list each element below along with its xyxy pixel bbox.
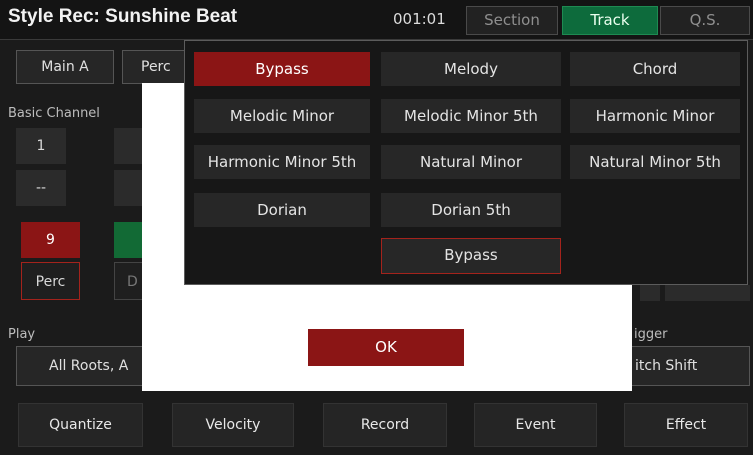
option-natural-minor[interactable]: Natural Minor xyxy=(381,145,561,179)
selected-channel-name[interactable]: Perc xyxy=(21,262,80,300)
play-mode-select[interactable]: All Roots, A xyxy=(16,346,146,386)
tab-section[interactable]: Section xyxy=(466,6,558,35)
option-harmonic-minor[interactable]: Harmonic Minor xyxy=(570,99,740,133)
channel-cell xyxy=(665,285,750,301)
channel-cell[interactable] xyxy=(114,128,144,164)
option-bypass-outlined[interactable]: Bypass xyxy=(381,238,561,274)
channel-cell xyxy=(640,285,660,301)
channel-dash[interactable]: -- xyxy=(16,170,66,206)
option-natural-minor-5th[interactable]: Natural Minor 5th xyxy=(570,145,740,179)
trigger-select[interactable]: itch Shift xyxy=(622,346,750,386)
quantize-button[interactable]: Quantize xyxy=(18,403,143,447)
channel-cell[interactable] xyxy=(114,170,144,206)
perc-button[interactable]: Perc xyxy=(122,50,192,84)
main-a-button[interactable]: Main A xyxy=(16,50,114,84)
option-dorian[interactable]: Dorian xyxy=(194,193,370,227)
basic-channel-label: Basic Channel xyxy=(8,106,100,121)
effect-button[interactable]: Effect xyxy=(624,403,748,447)
option-chord[interactable]: Chord xyxy=(570,52,740,86)
event-button[interactable]: Event xyxy=(474,403,597,447)
page-title: Style Rec: Sunshine Beat xyxy=(8,6,238,27)
tab-qs[interactable]: Q.S. xyxy=(660,6,750,35)
option-dorian-5th[interactable]: Dorian 5th xyxy=(381,193,561,227)
channel-name-cell[interactable]: D xyxy=(114,262,144,300)
option-melody[interactable]: Melody xyxy=(381,52,561,86)
option-melodic-minor[interactable]: Melodic Minor xyxy=(194,99,370,133)
play-label: Play xyxy=(8,327,36,342)
channel-number[interactable]: 1 xyxy=(16,128,66,164)
tab-track[interactable]: Track xyxy=(562,6,658,35)
position-readout: 001:01 xyxy=(393,10,446,28)
trigger-label: igger xyxy=(634,327,668,342)
option-harmonic-minor-5th[interactable]: Harmonic Minor 5th xyxy=(194,145,370,179)
option-bypass[interactable]: Bypass xyxy=(194,52,370,86)
record-button[interactable]: Record xyxy=(323,403,447,447)
ok-button[interactable]: OK xyxy=(308,329,464,366)
velocity-button[interactable]: Velocity xyxy=(172,403,294,447)
channel-active-indicator[interactable] xyxy=(114,222,144,258)
selected-channel-number[interactable]: 9 xyxy=(21,222,80,258)
option-melodic-minor-5th[interactable]: Melodic Minor 5th xyxy=(381,99,561,133)
